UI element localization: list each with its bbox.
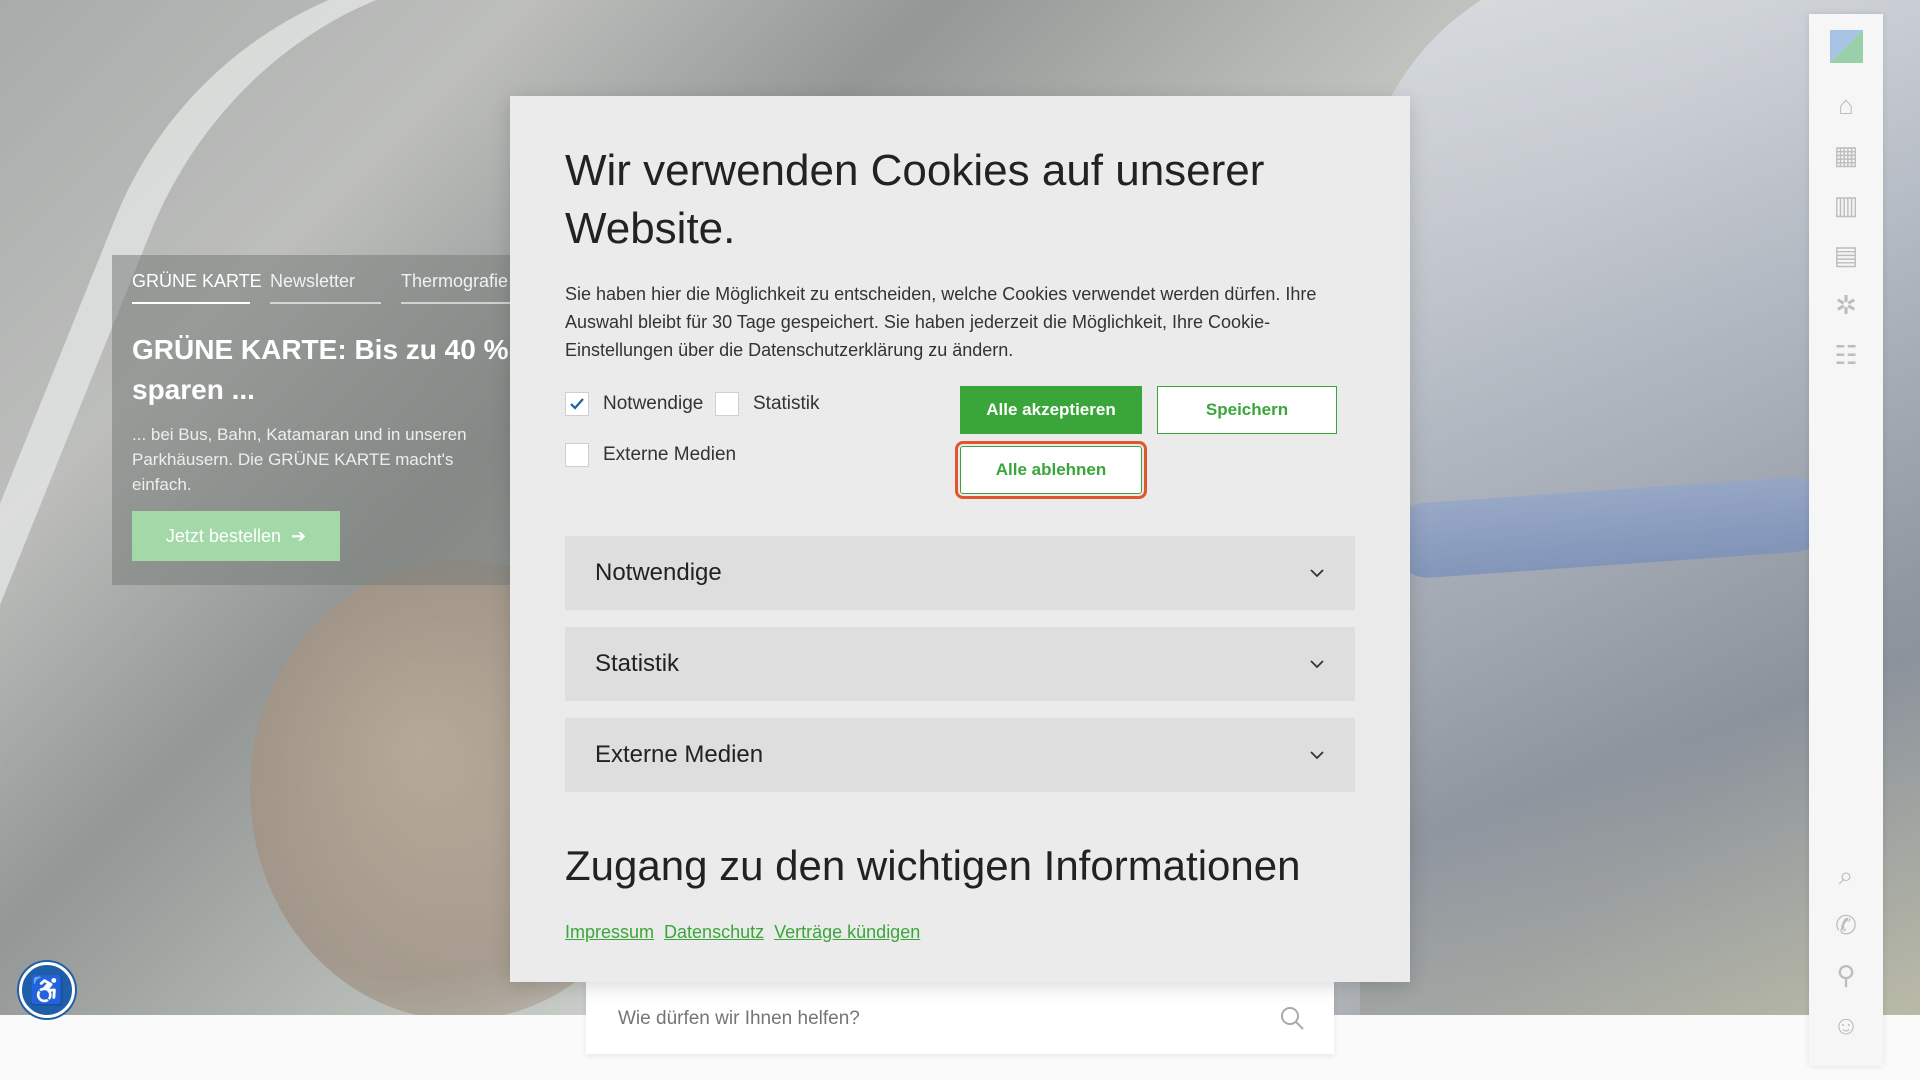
cookie-dialog: Wir verwenden Cookies auf unserer Websit… xyxy=(510,96,1410,982)
people-icon[interactable]: ☷ xyxy=(1831,340,1861,370)
search-icon[interactable]: ⌕ xyxy=(1831,860,1861,890)
checkbox-label: Notwendige xyxy=(603,393,704,414)
checkbox-box[interactable] xyxy=(565,443,589,467)
checkmark-icon xyxy=(570,398,584,410)
order-button-label: Jetzt bestellen xyxy=(165,525,281,546)
order-button[interactable]: Jetzt bestellen ➔ xyxy=(132,511,340,561)
promo-tabs: GRÜNE KARTE Newsletter Thermografie xyxy=(112,255,532,304)
info-heading: Zugang zu den wichtigen Informationen xyxy=(565,842,1301,889)
search-icon[interactable] xyxy=(1278,1004,1306,1032)
link-datenschutz[interactable]: Datenschutz xyxy=(664,922,764,942)
network-icon[interactable]: ✲ xyxy=(1831,290,1861,320)
promo-panel: GRÜNE KARTE Newsletter Thermografie GRÜN… xyxy=(112,255,532,585)
side-dock: ⌂ ▦ ▥ ▤ ✲ ☷ ⌕ ✆ ⚲ ☺ xyxy=(1809,14,1883,1066)
footer-links: Impressum Datenschutz Verträge kündigen xyxy=(565,922,925,943)
chevron-down-icon xyxy=(1310,660,1324,669)
checkbox-externe-medien[interactable]: Externe Medien xyxy=(565,443,736,467)
tab-gruene-karte[interactable]: GRÜNE KARTE xyxy=(132,271,262,304)
checkbox-box[interactable] xyxy=(565,392,589,416)
logo-icon[interactable] xyxy=(1830,30,1863,63)
accordion-externe-medien[interactable]: Externe Medien xyxy=(565,718,1355,792)
arrow-right-icon: ➔ xyxy=(290,525,307,546)
accept-all-button[interactable]: Alle akzeptieren xyxy=(960,386,1142,434)
chevron-down-icon xyxy=(1310,751,1324,760)
buildings-icon[interactable]: ▥ xyxy=(1831,190,1861,220)
cookie-dialog-title: Wir verwenden Cookies auf unserer Websit… xyxy=(565,146,1265,253)
bus-icon[interactable]: ▤ xyxy=(1831,240,1861,270)
link-impressum[interactable]: Impressum xyxy=(565,922,654,942)
chevron-down-icon xyxy=(1310,569,1324,578)
accessibility-button[interactable]: ♿ xyxy=(19,962,75,1018)
cookie-dialog-description: Sie haben hier die Möglichkeit zu entsch… xyxy=(565,284,1317,360)
tab-thermografie[interactable]: Thermografie xyxy=(401,271,512,304)
checkbox-label: Externe Medien xyxy=(603,444,737,465)
checkbox-statistik[interactable]: Statistik xyxy=(715,392,820,416)
brick-wall-icon[interactable]: ▦ xyxy=(1831,140,1861,170)
reject-all-button[interactable]: Alle ablehnen xyxy=(955,441,1147,499)
location-pin-icon[interactable]: ⚲ xyxy=(1831,960,1861,990)
group-icon[interactable]: ☺ xyxy=(1831,1010,1861,1040)
accordion-statistik[interactable]: Statistik xyxy=(565,627,1355,701)
site-search xyxy=(586,982,1334,1054)
accordion-title: Notwendige xyxy=(595,559,722,586)
search-input[interactable] xyxy=(616,1000,1260,1038)
promo-text: ... bei Bus, Bahn, Katamaran und in unse… xyxy=(132,425,467,494)
promo-headline: GRÜNE KARTE: Bis zu 40 % sparen ... xyxy=(132,334,509,405)
checkbox-label: Statistik xyxy=(753,393,820,414)
checkbox-notwendige[interactable]: Notwendige xyxy=(565,392,703,416)
accordion-notwendige[interactable]: Notwendige xyxy=(565,536,1355,610)
home-icon[interactable]: ⌂ xyxy=(1831,90,1861,120)
checkbox-box[interactable] xyxy=(715,392,739,416)
phone-icon[interactable]: ✆ xyxy=(1831,910,1861,940)
tab-newsletter[interactable]: Newsletter xyxy=(270,271,381,304)
accordion-title: Externe Medien xyxy=(595,741,764,768)
accessibility-icon: ♿ xyxy=(29,974,65,1006)
save-button[interactable]: Speichern xyxy=(1157,386,1337,434)
accordion-title: Statistik xyxy=(595,650,680,677)
link-vertraege-kuendigen[interactable]: Verträge kündigen xyxy=(774,922,920,942)
